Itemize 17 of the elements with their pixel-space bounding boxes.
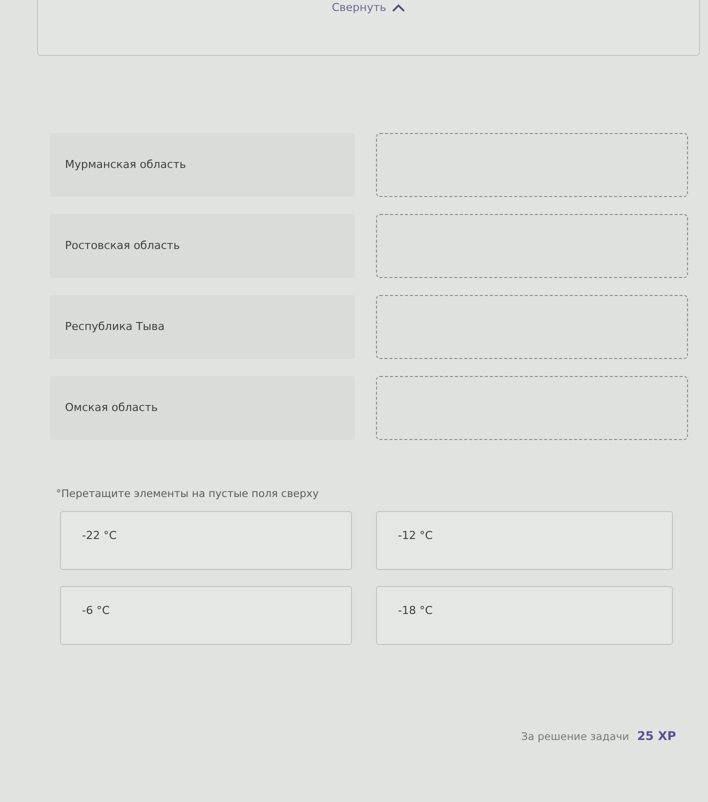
- caret-up-icon: [392, 4, 406, 12]
- instruction-text: °Перетащите элементы на пустые поля сверху: [56, 487, 320, 502]
- region-item: Мурманская область: [50, 133, 355, 197]
- region-item: Омская область: [50, 376, 355, 440]
- draggable-answer-card[interactable]: -6 °C: [60, 586, 352, 645]
- collapse-button[interactable]: Свернуть: [328, 0, 410, 16]
- drop-zone[interactable]: [376, 133, 688, 197]
- region-item: Республика Тыва: [50, 295, 355, 359]
- drop-zone[interactable]: [376, 376, 688, 440]
- draggable-answer-card[interactable]: -12 °C: [376, 510, 673, 570]
- reward-label: За решение задачи: [521, 730, 630, 745]
- draggable-answer-card[interactable]: -18 °C: [376, 586, 673, 645]
- region-item: Ростовская область: [50, 214, 355, 278]
- reward-points: 25 XP: [637, 728, 676, 745]
- drop-zone[interactable]: [376, 214, 688, 278]
- draggable-answer-card[interactable]: -22 °C: [60, 510, 352, 570]
- drop-zone[interactable]: [376, 295, 688, 359]
